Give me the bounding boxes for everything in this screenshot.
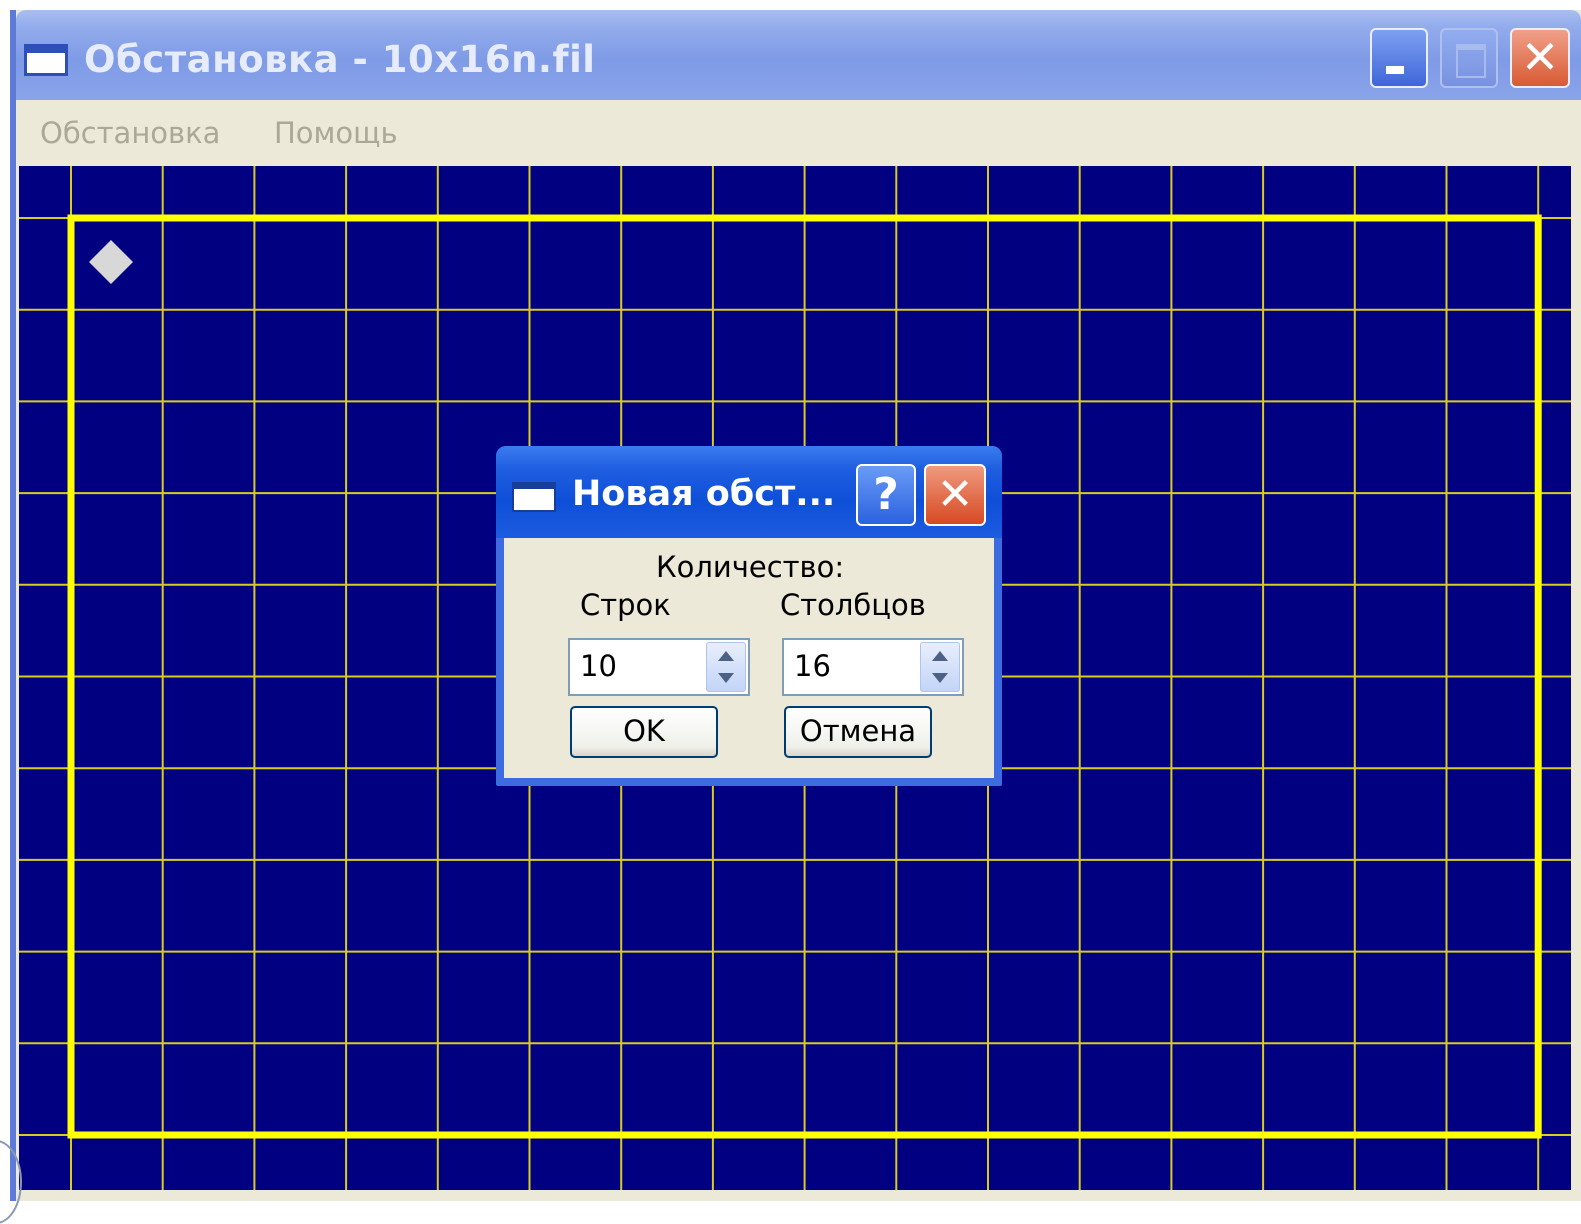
rows-spinner-buttons[interactable] — [706, 642, 746, 692]
ok-button[interactable]: OK — [570, 706, 718, 758]
spin-up-icon[interactable] — [932, 651, 948, 661]
dialog-close-button[interactable]: ✕ — [924, 464, 986, 526]
cols-spinner-buttons[interactable] — [920, 642, 960, 692]
cols-spinner[interactable]: 16 — [782, 638, 964, 696]
minimize-button[interactable] — [1370, 28, 1428, 88]
rows-label: Строк — [580, 588, 671, 622]
spin-up-icon[interactable] — [718, 651, 734, 661]
cols-label: Столбцов — [780, 588, 926, 622]
help-button[interactable]: ? — [856, 464, 916, 526]
spin-down-icon[interactable] — [718, 673, 734, 683]
spin-down-icon[interactable] — [932, 673, 948, 683]
cancel-button[interactable]: Отмена — [784, 706, 932, 758]
dialog-title: Новая обст... — [572, 474, 836, 514]
menu-item-help[interactable]: Помощь — [274, 116, 398, 150]
menu-item-obstanovka[interactable]: Обстановка — [40, 116, 220, 150]
title-bar[interactable]: Обстановка - 10x16n.fil ✕ — [16, 10, 1581, 100]
dialog-body: Количество: Строк Столбцов 10 16 OK Отме… — [504, 538, 994, 778]
quantity-label: Количество: — [656, 550, 845, 584]
maximize-button[interactable] — [1440, 28, 1498, 88]
window-title: Обстановка - 10x16n.fil — [84, 38, 596, 81]
rows-value[interactable]: 10 — [580, 649, 617, 683]
rows-spinner[interactable]: 10 — [568, 638, 750, 696]
new-field-dialog: Новая обст... ? ✕ Количество: Строк Стол… — [496, 446, 1002, 786]
window-app-icon — [24, 44, 68, 76]
menu-bar: Обстановка Помощь — [16, 100, 1581, 166]
dialog-title-bar[interactable]: Новая обст... ? ✕ — [496, 446, 1002, 538]
cols-value[interactable]: 16 — [794, 649, 831, 683]
main-window: Обстановка - 10x16n.fil ✕ Обстановка Пом… — [10, 10, 1581, 1201]
close-button[interactable]: ✕ — [1510, 28, 1570, 88]
dialog-window-icon — [512, 482, 556, 512]
